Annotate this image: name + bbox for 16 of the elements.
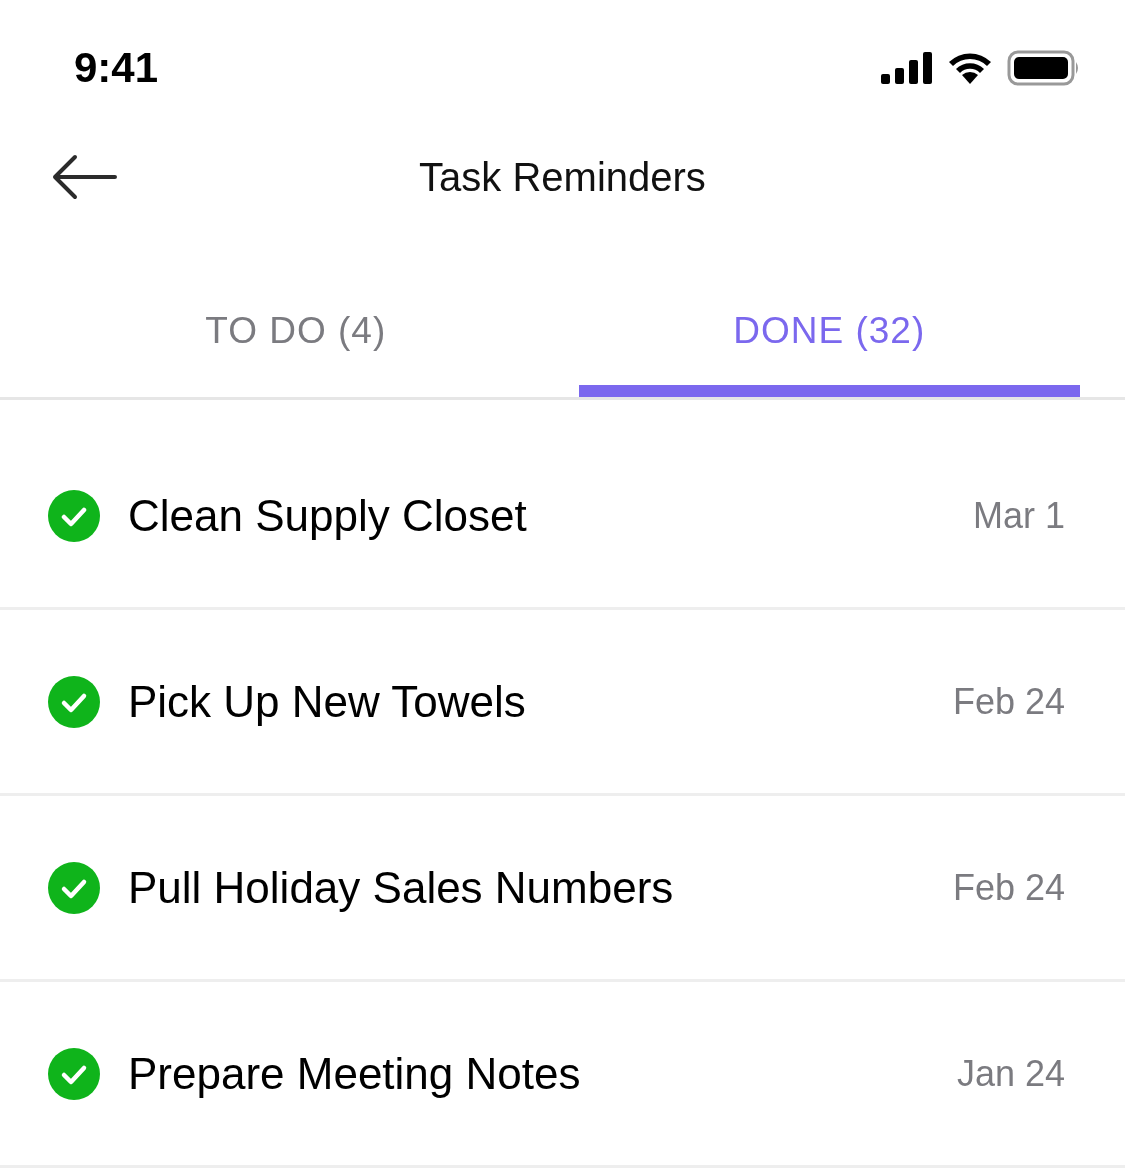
task-date: Jan 24 <box>956 1052 1065 1095</box>
tab[interactable]: DONE (32) <box>578 218 1080 397</box>
task-date: Feb 24 <box>952 680 1065 723</box>
battery-icon <box>1007 50 1081 86</box>
status-time: 9:41 <box>74 44 159 92</box>
signal-icon <box>881 52 933 84</box>
wifi-icon <box>947 52 993 84</box>
task-title: Prepare Meeting Notes <box>128 1048 582 1099</box>
tab[interactable]: TO DO (4) <box>45 218 547 397</box>
task-date: Mar 1 <box>972 494 1065 537</box>
screen-title: Task Reminders <box>419 154 706 200</box>
task-date: Feb 24 <box>952 866 1065 909</box>
task-title: Pick Up New Towels <box>128 676 527 727</box>
task-title: Pull Holiday Sales Numbers <box>128 862 675 913</box>
task-title: Clean Supply Closet <box>128 490 528 541</box>
back-arrow-icon[interactable] <box>51 153 117 201</box>
